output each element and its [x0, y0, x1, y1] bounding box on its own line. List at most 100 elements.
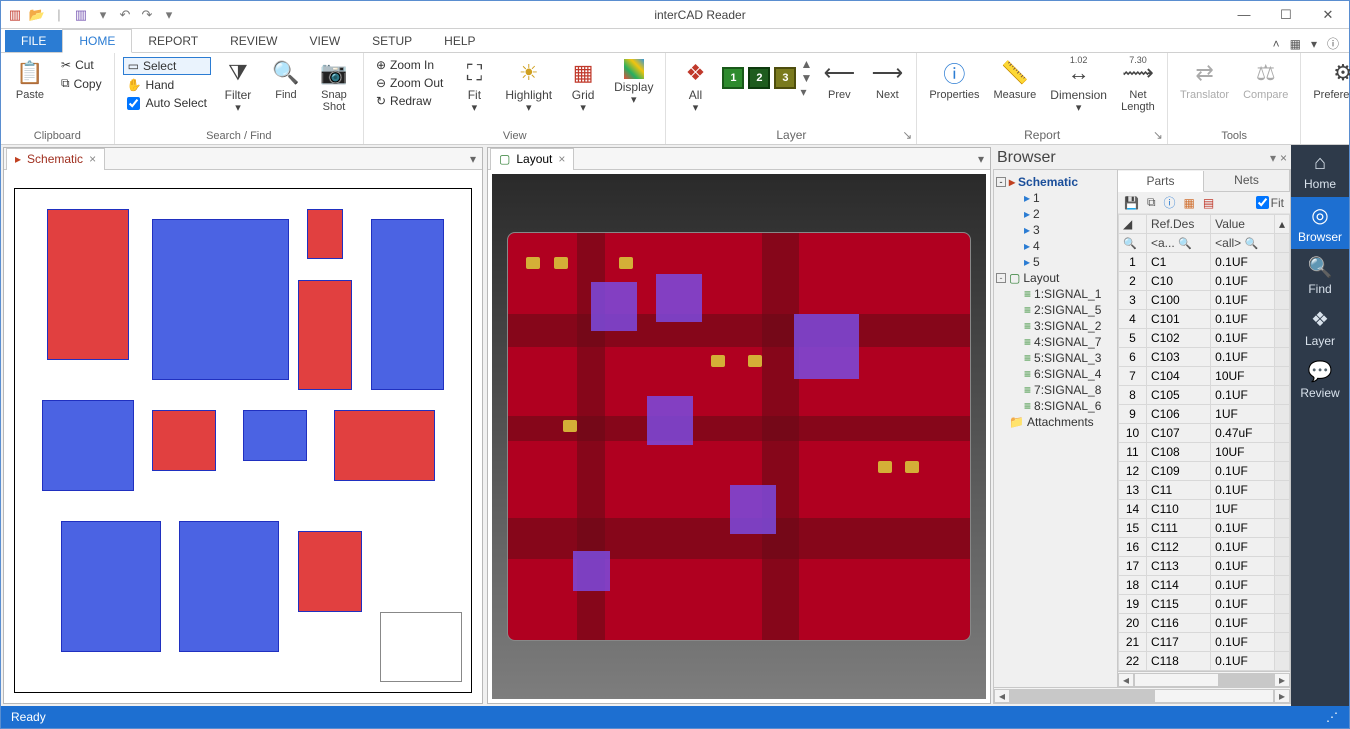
tree-schematic-page[interactable]: ▸4	[996, 238, 1115, 254]
table-row[interactable]: 8C1050.1UF	[1119, 386, 1290, 405]
design-tree[interactable]: -▸Schematic ▸1▸2▸3▸4▸5 -▢Layout ≡1:SIGNA…	[994, 170, 1118, 687]
table-row[interactable]: 4C1010.1UF	[1119, 310, 1290, 329]
highlight-button[interactable]: ☀Highlight▾	[501, 57, 556, 116]
layer-1-button[interactable]: 1	[722, 67, 744, 89]
tree-collapse-icon[interactable]: -	[996, 177, 1006, 187]
tree-signal-layer[interactable]: ≡6:SIGNAL_4	[996, 366, 1115, 382]
layout-tab-drop-icon[interactable]: ▾	[972, 152, 990, 166]
measure-button[interactable]: 📏Measure	[989, 57, 1040, 103]
layer-scroll-down[interactable]: ▼	[800, 71, 812, 85]
fit-checkbox[interactable]	[1256, 196, 1269, 209]
tree-schematic-page[interactable]: ▸5	[996, 254, 1115, 270]
paste-button[interactable]: 📋 Paste	[9, 57, 51, 103]
table-row[interactable]: 2C100.1UF	[1119, 272, 1290, 291]
ribbon-display-icon[interactable]: ▦	[1290, 37, 1301, 51]
table-row[interactable]: 21C1170.1UF	[1119, 633, 1290, 652]
hscroll-right-icon[interactable]: ▸	[1274, 673, 1290, 687]
snapshot-button[interactable]: 📷Snap Shot	[313, 57, 355, 115]
parts-hscroll[interactable]: ◂ ▸	[1118, 671, 1290, 687]
redo-icon[interactable]: ↷	[139, 7, 155, 23]
sidebar-item-home[interactable]: ⌂Home	[1291, 145, 1349, 197]
hscroll-left-icon[interactable]: ◂	[1118, 673, 1134, 687]
layer-2-button[interactable]: 2	[748, 67, 770, 89]
find-button[interactable]: 🔍Find	[265, 57, 307, 103]
tree-collapse-layout-icon[interactable]: -	[996, 273, 1006, 283]
qat-drop-icon[interactable]: ▾	[95, 7, 111, 23]
new-icon[interactable]: ▥	[73, 7, 89, 23]
info-list-icon[interactable]: ⓘ	[1164, 194, 1176, 211]
table-row[interactable]: 15C1110.1UF	[1119, 519, 1290, 538]
properties-button[interactable]: ⓘProperties	[925, 57, 983, 103]
hscroll-track[interactable]	[1134, 673, 1274, 687]
table-row[interactable]: 1C10.1UF	[1119, 253, 1290, 272]
table-row[interactable]: 19C1150.1UF	[1119, 595, 1290, 614]
table-row[interactable]: 23C1190.1UF	[1119, 671, 1290, 672]
hand-button[interactable]: ✋Hand	[123, 77, 211, 93]
filter-button[interactable]: ⧩Filter▾	[217, 57, 259, 116]
layout-viewport[interactable]	[488, 170, 990, 703]
scroll-up-icon[interactable]: ▴	[1274, 215, 1289, 234]
filter-index[interactable]: 🔍	[1119, 234, 1147, 253]
parts-grid[interactable]: ◢ Ref.Des Value ▴ 🔍 <a... 🔍 <all> 🔍	[1118, 214, 1290, 671]
auto-select-button[interactable]: Auto Select	[123, 95, 211, 111]
table-row[interactable]: 11C10810UF	[1119, 443, 1290, 462]
table-row[interactable]: 13C110.1UF	[1119, 481, 1290, 500]
copy-button[interactable]: ⧉Copy	[57, 75, 106, 92]
tab-file[interactable]: FILE	[5, 30, 62, 52]
close-button[interactable]: ✕	[1307, 1, 1349, 29]
tree-signal-layer[interactable]: ≡7:SIGNAL_8	[996, 382, 1115, 398]
grid-view-icon[interactable]: ▦	[1184, 196, 1195, 210]
schematic-tab-close-icon[interactable]: ×	[89, 152, 96, 166]
tree-signal-layer[interactable]: ≡1:SIGNAL_1	[996, 286, 1115, 302]
cut-button[interactable]: ✂Cut	[57, 57, 106, 73]
filter-value[interactable]: <all> 🔍	[1211, 234, 1275, 253]
copy-list-icon[interactable]: ⧉	[1147, 195, 1156, 210]
table-row[interactable]: 18C1140.1UF	[1119, 576, 1290, 595]
zoom-in-button[interactable]: ⊕Zoom In	[372, 57, 447, 73]
select-button[interactable]: ▭Select	[123, 57, 211, 75]
layer-drop[interactable]: ▾	[800, 85, 812, 99]
minimize-button[interactable]: —	[1223, 1, 1265, 29]
layout-tab-close-icon[interactable]: ×	[558, 152, 565, 166]
ribbon-drop-icon[interactable]: ▾	[1311, 37, 1317, 51]
fit-button[interactable]: ⛶Fit▾	[453, 57, 495, 116]
save-list-icon[interactable]: 💾	[1124, 196, 1139, 210]
tree-hscroll-left-icon[interactable]: ◂	[994, 689, 1010, 703]
tree-signal-layer[interactable]: ≡8:SIGNAL_6	[996, 398, 1115, 414]
col-value[interactable]: Value	[1211, 215, 1275, 234]
tab-report[interactable]: REPORT	[132, 30, 214, 52]
fit-checkbox-label[interactable]: Fit	[1256, 196, 1284, 210]
tree-schematic-page[interactable]: ▸1	[996, 190, 1115, 206]
undo-icon[interactable]: ↶	[117, 7, 133, 23]
auto-select-checkbox[interactable]	[127, 97, 140, 110]
schematic-tab-drop-icon[interactable]: ▾	[464, 152, 482, 166]
tree-signal-layer[interactable]: ≡2:SIGNAL_5	[996, 302, 1115, 318]
tab-setup[interactable]: SETUP	[356, 30, 428, 52]
table-row[interactable]: 16C1120.1UF	[1119, 538, 1290, 557]
sidebar-item-review[interactable]: 💬Review	[1291, 353, 1349, 405]
table-row[interactable]: 22C1180.1UF	[1119, 652, 1290, 671]
schematic-viewport[interactable]	[4, 170, 482, 703]
redraw-button[interactable]: ↻Redraw	[372, 93, 447, 109]
layer-launcher-icon[interactable]: ↘	[902, 128, 912, 142]
tab-help[interactable]: HELP	[428, 30, 491, 52]
schematic-tab[interactable]: ▸ Schematic ×	[6, 148, 105, 170]
nets-tab[interactable]: Nets	[1204, 170, 1290, 191]
tab-view[interactable]: VIEW	[293, 30, 356, 52]
table-row[interactable]: 7C10410UF	[1119, 367, 1290, 386]
tree-hscroll[interactable]: ◂ ▸	[993, 688, 1291, 704]
zoom-out-button[interactable]: ⊖Zoom Out	[372, 75, 447, 91]
layer-next-button[interactable]: ⟶Next	[866, 57, 908, 103]
display-button[interactable]: Display▾	[610, 57, 657, 108]
sidebar-item-layer[interactable]: ❖Layer	[1291, 301, 1349, 353]
tree-signal-layer[interactable]: ≡5:SIGNAL_3	[996, 350, 1115, 366]
open-icon[interactable]: 📂	[29, 7, 45, 23]
layer-scroll-up[interactable]: ▲	[800, 57, 812, 71]
grid-button[interactable]: ▦Grid▾	[562, 57, 604, 116]
resize-grip-icon[interactable]: ⋰	[1326, 710, 1339, 724]
browser-drop-icon[interactable]: ▾	[1270, 151, 1276, 165]
tree-signal-layer[interactable]: ≡3:SIGNAL_2	[996, 318, 1115, 334]
tree-signal-layer[interactable]: ≡4:SIGNAL_7	[996, 334, 1115, 350]
report-launcher-icon[interactable]: ↘	[1153, 128, 1163, 142]
tree-schematic-page[interactable]: ▸3	[996, 222, 1115, 238]
